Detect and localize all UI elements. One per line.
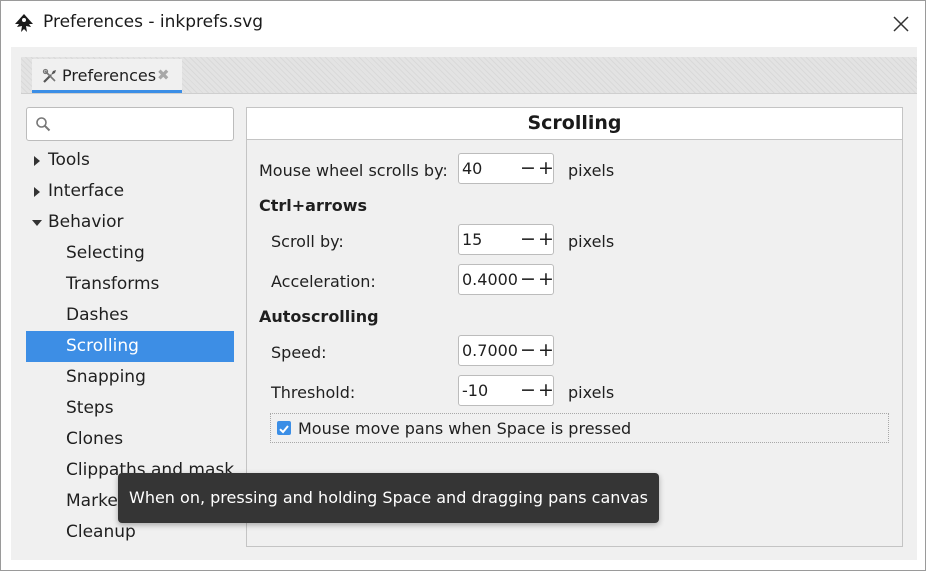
increment-button[interactable]: + <box>537 336 555 365</box>
search-input[interactable] <box>26 107 234 141</box>
decrement-button[interactable]: − <box>519 265 537 294</box>
close-icon <box>893 16 909 32</box>
autoscrolling-heading: Autoscrolling <box>259 307 379 326</box>
panel-header: Scrolling <box>247 108 902 140</box>
threshold-label: Threshold: <box>271 383 356 402</box>
increment-button[interactable]: + <box>537 154 555 183</box>
tree-item-dashes[interactable]: Dashes <box>26 300 234 331</box>
ctrl-arrows-heading: Ctrl+arrows <box>259 196 368 215</box>
tree-item-label: Selecting <box>66 243 145 263</box>
mouse-wheel-label: Mouse wheel scrolls by: <box>259 161 448 180</box>
tree-item-snapping[interactable]: Snapping <box>26 362 234 393</box>
acceleration-value[interactable]: 0.4000 <box>462 270 518 289</box>
decrement-button[interactable]: − <box>519 376 537 405</box>
speed-spinbox[interactable]: 0.7000 − + <box>458 335 554 366</box>
speed-label: Speed: <box>271 343 327 362</box>
scroll-by-label: Scroll by: <box>271 232 344 251</box>
tab-preferences[interactable]: Preferences ✖ <box>32 59 182 93</box>
decrement-button[interactable]: − <box>519 154 537 183</box>
scroll-by-value[interactable]: 15 <box>462 230 482 249</box>
tree-item-label: Scrolling <box>66 336 139 356</box>
acceleration-label: Acceleration: <box>271 272 376 291</box>
panel-title: Scrolling <box>527 112 622 134</box>
scroll-by-unit: pixels <box>568 232 615 251</box>
tab-label: Preferences <box>62 66 157 85</box>
decrement-button[interactable]: − <box>519 336 537 365</box>
tree-item-label: Snapping <box>66 367 146 387</box>
tree-item-label: Clones <box>66 429 124 449</box>
tab-strip: Preferences ✖ <box>21 57 917 94</box>
tree-item-label: Transforms <box>66 274 160 294</box>
mouse-wheel-value[interactable]: 40 <box>462 159 482 178</box>
decrement-button[interactable]: − <box>519 225 537 254</box>
title-bar: Preferences - inkprefs.svg <box>1 1 925 47</box>
increment-button[interactable]: + <box>537 225 555 254</box>
inkscape-icon <box>15 14 33 32</box>
tab-close-icon[interactable]: ✖ <box>157 66 170 84</box>
tree-item-clones[interactable]: Clones <box>26 424 234 455</box>
increment-button[interactable]: + <box>537 265 555 294</box>
threshold-value[interactable]: -10 <box>462 381 488 400</box>
expand-arrow-icon[interactable] <box>30 176 44 207</box>
tree-item-scrolling[interactable]: Scrolling <box>26 331 234 362</box>
threshold-unit: pixels <box>568 383 615 402</box>
tree-item-label: Steps <box>66 398 114 418</box>
speed-value[interactable]: 0.7000 <box>462 341 518 360</box>
space-pan-checkbox[interactable] <box>277 421 291 435</box>
search-icon <box>36 117 51 132</box>
window-title: Preferences - inkprefs.svg <box>43 12 264 32</box>
tree-item-interface[interactable]: Interface <box>26 176 234 207</box>
acceleration-spinbox[interactable]: 0.4000 − + <box>458 264 554 295</box>
expand-arrow-icon[interactable] <box>30 145 44 176</box>
close-button[interactable] <box>883 7 919 41</box>
mouse-wheel-unit: pixels <box>568 161 615 180</box>
space-pan-label: Mouse move pans when Space is pressed <box>298 419 632 438</box>
mouse-wheel-spinbox[interactable]: 40 − + <box>458 153 554 184</box>
increment-button[interactable]: + <box>537 376 555 405</box>
tools-icon <box>42 68 56 83</box>
preferences-window: Preferences - inkprefs.svg Preferences ✖ <box>0 0 926 571</box>
collapse-arrow-icon[interactable] <box>30 207 44 238</box>
tree-item-label: Tools <box>48 150 90 170</box>
tooltip: When on, pressing and holding Space and … <box>118 473 659 523</box>
tree-item-tools[interactable]: Tools <box>26 145 234 176</box>
tree-item-steps[interactable]: Steps <box>26 393 234 424</box>
checkmark-icon <box>279 425 289 434</box>
tree-item-behavior[interactable]: Behavior <box>26 207 234 238</box>
tree-item-transforms[interactable]: Transforms <box>26 269 234 300</box>
tree-item-selecting[interactable]: Selecting <box>26 238 234 269</box>
scroll-by-spinbox[interactable]: 15 − + <box>458 224 554 255</box>
threshold-spinbox[interactable]: -10 − + <box>458 375 554 406</box>
tree-item-label: Behavior <box>48 212 124 232</box>
tree-item-label: Dashes <box>66 305 129 325</box>
space-pan-checkbox-row[interactable]: Mouse move pans when Space is pressed <box>270 413 889 443</box>
tooltip-text: When on, pressing and holding Space and … <box>129 488 648 507</box>
tree-item-label: Interface <box>48 181 125 201</box>
